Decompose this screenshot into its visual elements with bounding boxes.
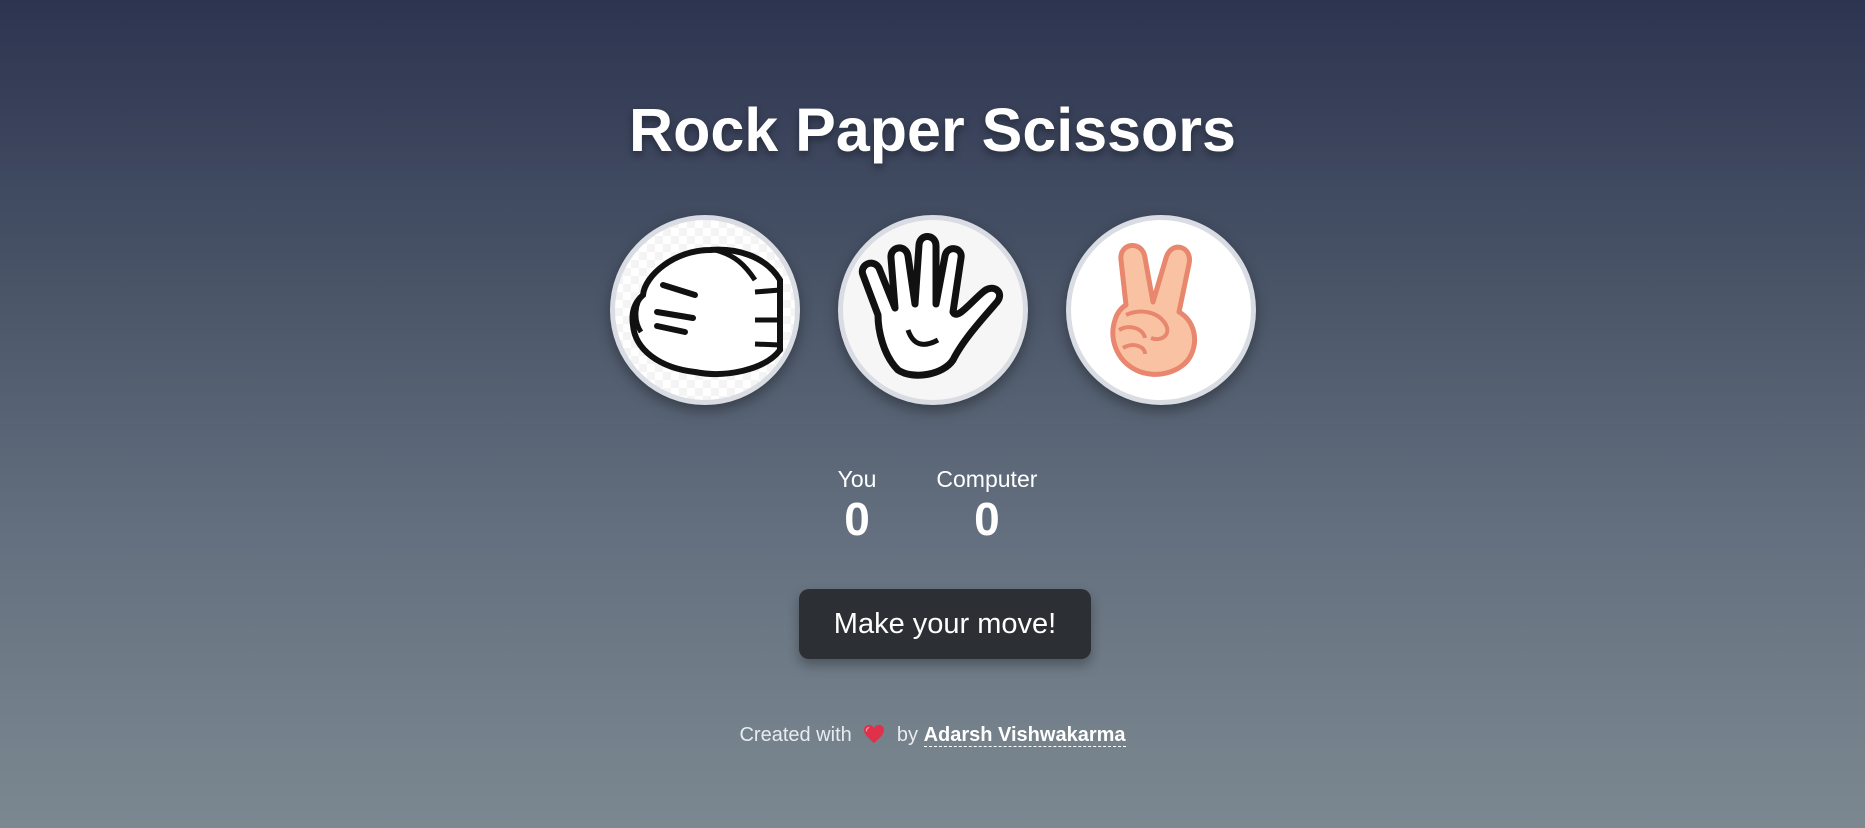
- open-hand-icon: [858, 233, 1003, 379]
- computer-score-label: Computer: [936, 466, 1038, 492]
- footer-by: by: [896, 724, 918, 746]
- computer-score: Computer 0: [936, 462, 1037, 542]
- player-score: You 0: [838, 462, 877, 542]
- page-title: Rock Paper Scissors: [629, 96, 1236, 164]
- scoreboard: You 0 Computer 0: [10, 462, 1865, 542]
- peace-hand-icon: [1109, 243, 1197, 377]
- heart-icon: [864, 724, 885, 744]
- author-link[interactable]: Adarsh Vishwakarma: [923, 724, 1126, 747]
- player-score-label: You: [837, 466, 877, 492]
- footer: Created with by Adarsh Vishwakarma: [0, 724, 1865, 747]
- fist-hand-icon: [629, 246, 783, 377]
- paper-choice-button[interactable]: [837, 215, 1028, 405]
- choices-row: [0, 215, 1865, 405]
- rock-choice-button[interactable]: [609, 215, 800, 405]
- computer-score-value: 0: [974, 493, 1000, 545]
- footer-prefix: Created with: [739, 724, 852, 746]
- make-move-button[interactable]: Make your move!: [799, 589, 1091, 659]
- player-score-value: 0: [844, 493, 870, 545]
- scissors-choice-button[interactable]: [1065, 215, 1256, 405]
